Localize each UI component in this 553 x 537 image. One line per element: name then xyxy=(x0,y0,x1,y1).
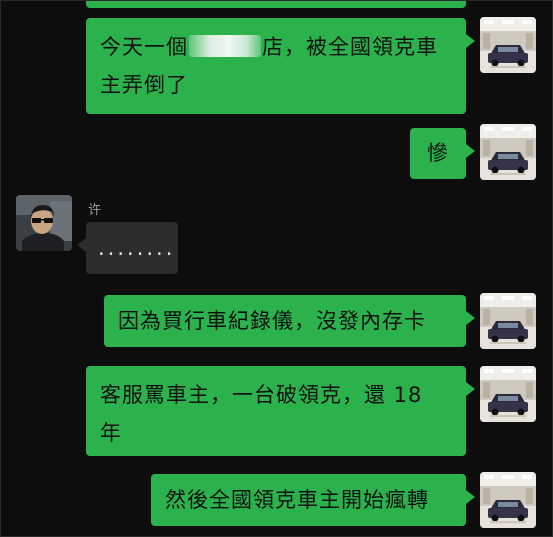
self-avatar[interactable] xyxy=(480,17,536,73)
car-photo-icon xyxy=(480,472,536,528)
car-photo-icon xyxy=(480,124,536,180)
sender-name: 许 xyxy=(88,203,102,218)
self-avatar[interactable] xyxy=(480,124,536,180)
car-photo-icon xyxy=(480,17,536,73)
message-text: 慘 xyxy=(427,141,449,165)
message-bubble-1[interactable]: 今天一個 店，被全國領克車主弄倒了 xyxy=(86,18,475,114)
message-bubble-3[interactable]: ........ xyxy=(77,222,178,274)
self-avatar[interactable] xyxy=(480,366,536,422)
previous-message-bubble xyxy=(86,0,466,8)
car-photo-icon xyxy=(480,293,536,349)
message-bubble-6[interactable]: 然後全國領克車主開始瘋轉 xyxy=(151,474,475,526)
self-avatar[interactable] xyxy=(480,472,536,528)
message-bubble-5[interactable]: 客服罵車主，一台破領克，還 18 年 xyxy=(86,366,475,456)
person-photo-icon xyxy=(16,195,72,251)
message-text-part: 今天一個 xyxy=(100,35,188,59)
self-avatar[interactable] xyxy=(480,293,536,349)
message-text: ........ xyxy=(98,236,176,260)
message-text: 然後全國領克車主開始瘋轉 xyxy=(165,488,429,512)
message-text: 客服罵車主，一台破領克，還 18 年 xyxy=(100,383,423,445)
message-bubble-4[interactable]: 因為買行車紀錄儀，沒發內存卡 xyxy=(104,295,475,347)
message-bubble-2[interactable]: 慘 xyxy=(410,128,475,179)
contact-avatar[interactable] xyxy=(16,195,72,251)
car-photo-icon xyxy=(480,366,536,422)
redacted-blur xyxy=(189,35,261,57)
message-text: 因為買行車紀錄儀，沒發內存卡 xyxy=(118,309,426,333)
